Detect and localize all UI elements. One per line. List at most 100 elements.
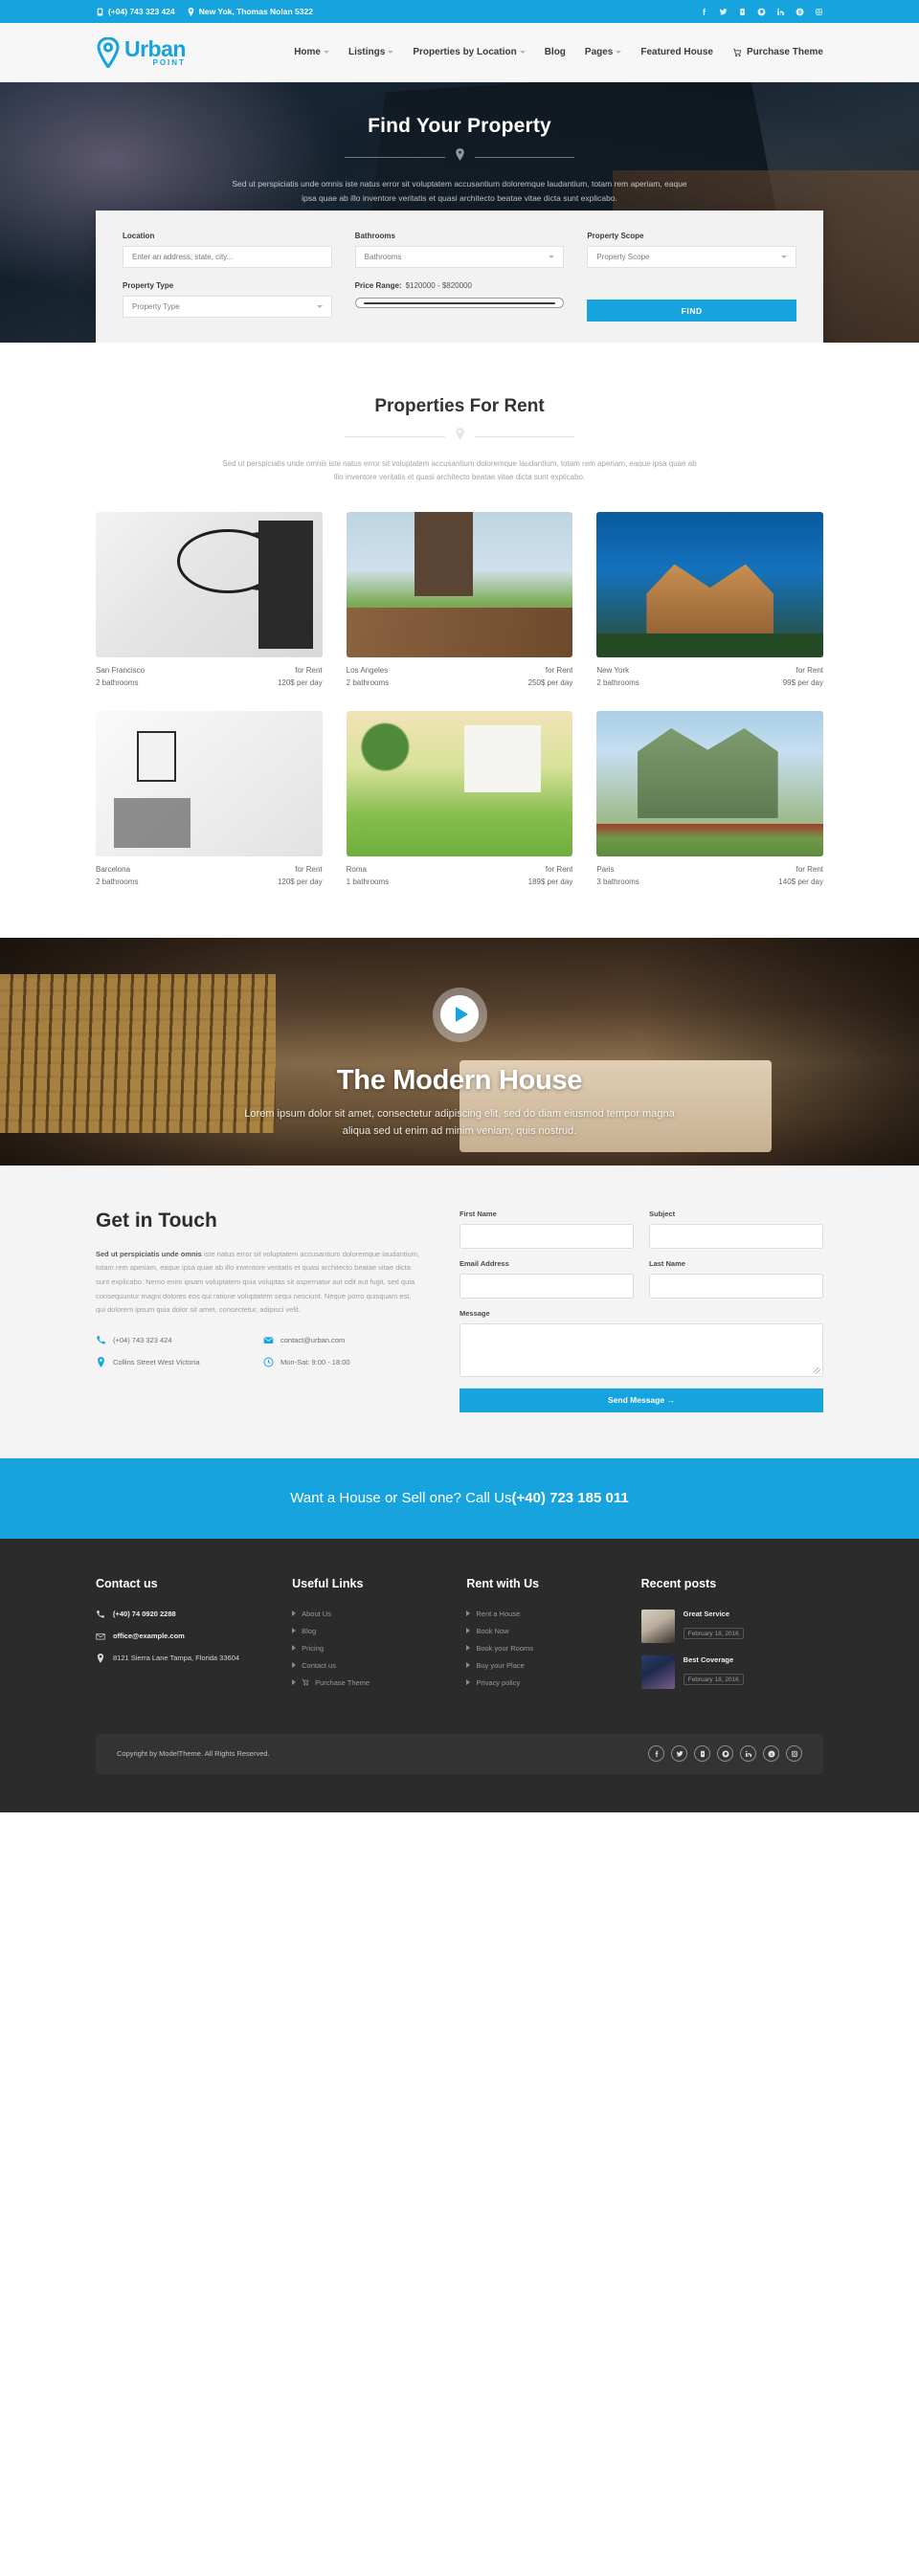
footer-useful-heading: Useful Links [292, 1576, 364, 1590]
nav-item-pages[interactable]: Pages [585, 47, 622, 57]
skype-icon[interactable]: S [796, 8, 804, 16]
nav-item-properties-by-location[interactable]: Properties by Location [413, 47, 526, 57]
nav-item-purchase-theme[interactable]: Purchase Theme [732, 47, 823, 57]
nav-item-home[interactable]: Home [294, 47, 329, 57]
find-button[interactable]: FIND [587, 300, 797, 322]
property-meta-bottom: 2 bathrooms 120$ per day [96, 877, 323, 886]
send-message-button[interactable]: Send Message → [460, 1388, 823, 1412]
message-textarea[interactable] [460, 1322, 823, 1377]
facebook-icon[interactable] [700, 8, 708, 16]
footer-link-blog[interactable]: Blog [292, 1627, 437, 1635]
contact-phone[interactable]: (+04) 743 323 424 [96, 1335, 254, 1345]
property-card-new-york[interactable]: New York for Rent 2 bathrooms 99$ per da… [596, 511, 823, 687]
chevron-right-icon [292, 1679, 297, 1686]
nav-item-blog[interactable]: Blog [545, 47, 566, 57]
youtube-icon[interactable] [738, 8, 747, 16]
linkedin-icon[interactable] [740, 1745, 756, 1763]
property-image [346, 511, 573, 657]
property-price: 120$ per day [277, 877, 323, 886]
recent-post-great-service[interactable]: Great Service February 18, 2016 [640, 1609, 823, 1643]
bathrooms-select[interactable]: Bathrooms [354, 246, 565, 268]
facebook-icon[interactable] [648, 1745, 664, 1763]
instagram-icon[interactable] [786, 1745, 802, 1763]
footer-phone-text: (+40) 74 0920 2288 [113, 1610, 176, 1619]
footer-posts-heading: Recent posts [640, 1576, 717, 1590]
footer-column-useful-links: Useful Links About Us Blog Pricing Conta… [292, 1577, 437, 1701]
email-address-input[interactable] [460, 1273, 634, 1299]
top-bar-phone[interactable]: (+04) 743 323 424 [96, 7, 175, 16]
footer-link-contact-us[interactable]: Contact us [292, 1661, 437, 1670]
property-card-paris[interactable]: Paris for Rent 3 bathrooms 140$ per day [596, 710, 823, 886]
chevron-right-icon [292, 1610, 297, 1617]
recent-post-body: Great Service February 18, 2016 [683, 1610, 744, 1643]
footer-link-label: Buy your Place [476, 1660, 525, 1670]
property-meta-top: Los Angeles for Rent [347, 666, 573, 675]
search-field-location: Location [123, 232, 332, 268]
property-city: Paris [596, 864, 615, 874]
property-status: for Rent [796, 665, 823, 675]
logo-main-text: Urban [124, 35, 186, 61]
property-city: New York [596, 665, 630, 675]
bathrooms-label: Bathrooms [354, 232, 395, 240]
property-scope-select[interactable]: Property Scope [587, 246, 797, 268]
divider-pin-icon [455, 427, 465, 446]
skype-icon[interactable]: S [763, 1745, 779, 1763]
footer-column-recent-posts: Recent posts Great Service February 18, … [640, 1576, 823, 1701]
cta-phone[interactable]: (+40) 723 185 011 [512, 1490, 629, 1506]
property-type-select[interactable]: Property Type [123, 296, 332, 318]
property-status: for Rent [295, 665, 323, 675]
property-card-los-angeles[interactable]: Los Angeles for Rent 2 bathrooms 250$ pe… [346, 511, 573, 687]
top-bar-address[interactable]: New Yok, Thomas Nolan 5322 [187, 7, 313, 16]
footer-email[interactable]: office@example.com [96, 1632, 263, 1641]
property-card-barcelona[interactable]: Barcelona for Rent 2 bathrooms 120$ per … [96, 710, 323, 886]
property-bathrooms: 2 bathrooms [346, 677, 390, 687]
property-search-panel: Location Bathrooms Bathrooms Property Sc… [96, 211, 823, 343]
twitter-icon[interactable] [719, 8, 728, 16]
footer-link-book-now[interactable]: Book Now [466, 1627, 612, 1635]
price-range-label: Price Range: $120000 - $820000 [355, 281, 565, 290]
footer-link-label: Purchase Theme [315, 1677, 370, 1687]
contact-email[interactable]: contact@urban.com [263, 1335, 421, 1345]
video-play-button[interactable] [432, 987, 487, 1042]
property-card-san-francisco[interactable]: San Francisco for Rent 2 bathrooms 120$ … [96, 511, 323, 687]
price-range-slider[interactable] [354, 298, 565, 308]
map-pin-icon [96, 1653, 105, 1663]
form-field-message: Message [460, 1309, 823, 1377]
footer-link-pricing[interactable]: Pricing [292, 1644, 437, 1653]
divider-line-left [345, 156, 445, 158]
footer-link-about-us[interactable]: About Us [292, 1610, 437, 1618]
footer-link-book-your-rooms[interactable]: Book your Rooms [466, 1644, 612, 1653]
youtube-icon[interactable] [694, 1745, 710, 1763]
linkedin-icon[interactable] [776, 8, 785, 16]
property-bathrooms: 1 bathrooms [346, 877, 390, 886]
contact-form: First Name Subject Email Address Last Na… [460, 1210, 823, 1412]
location-input[interactable] [123, 246, 332, 268]
footer-phone[interactable]: (+40) 74 0920 2288 [96, 1610, 263, 1619]
recent-post-best-coverage[interactable]: Best Coverage February 18, 2016 [640, 1654, 823, 1689]
instagram-icon[interactable] [815, 8, 823, 16]
pinterest-icon[interactable] [757, 8, 766, 16]
contact-info-column: Get in Touch Sed ut perspiciatis unde om… [96, 1210, 421, 1412]
property-card-roma[interactable]: Roma for Rent 1 bathrooms 189$ per day [346, 710, 573, 886]
property-status: for Rent [545, 665, 573, 675]
contact-title: Get in Touch [96, 1209, 217, 1232]
nav-item-featured-house[interactable]: Featured House [640, 47, 713, 57]
footer-link-privacy-policy[interactable]: Privacy policy [466, 1678, 612, 1687]
top-bar-contact-group: (+04) 743 323 424 New Yok, Thomas Nolan … [96, 7, 313, 16]
last-name-input[interactable] [649, 1273, 823, 1299]
pinterest-icon[interactable] [717, 1745, 733, 1763]
footer-link-rent-a-house[interactable]: Rent a House [466, 1610, 612, 1618]
footer-link-purchase-theme[interactable]: Purchase Theme [292, 1678, 437, 1687]
recent-post-title: Best Coverage [683, 1654, 734, 1664]
location-label: Location [123, 232, 155, 240]
footer-link-label: Book your Rooms [476, 1643, 533, 1653]
cart-icon [302, 1678, 309, 1686]
nav-item-properties-by-location-label: Properties by Location [413, 47, 517, 57]
first-name-input[interactable] [460, 1223, 634, 1249]
twitter-icon[interactable] [671, 1745, 687, 1763]
search-row-1: Location Bathrooms Bathrooms Property Sc… [123, 232, 797, 268]
nav-item-listings[interactable]: Listings [348, 47, 394, 57]
subject-input[interactable] [649, 1223, 823, 1249]
footer-link-buy-your-place[interactable]: Buy your Place [466, 1661, 612, 1670]
site-logo[interactable]: Urban POINT [96, 35, 186, 68]
